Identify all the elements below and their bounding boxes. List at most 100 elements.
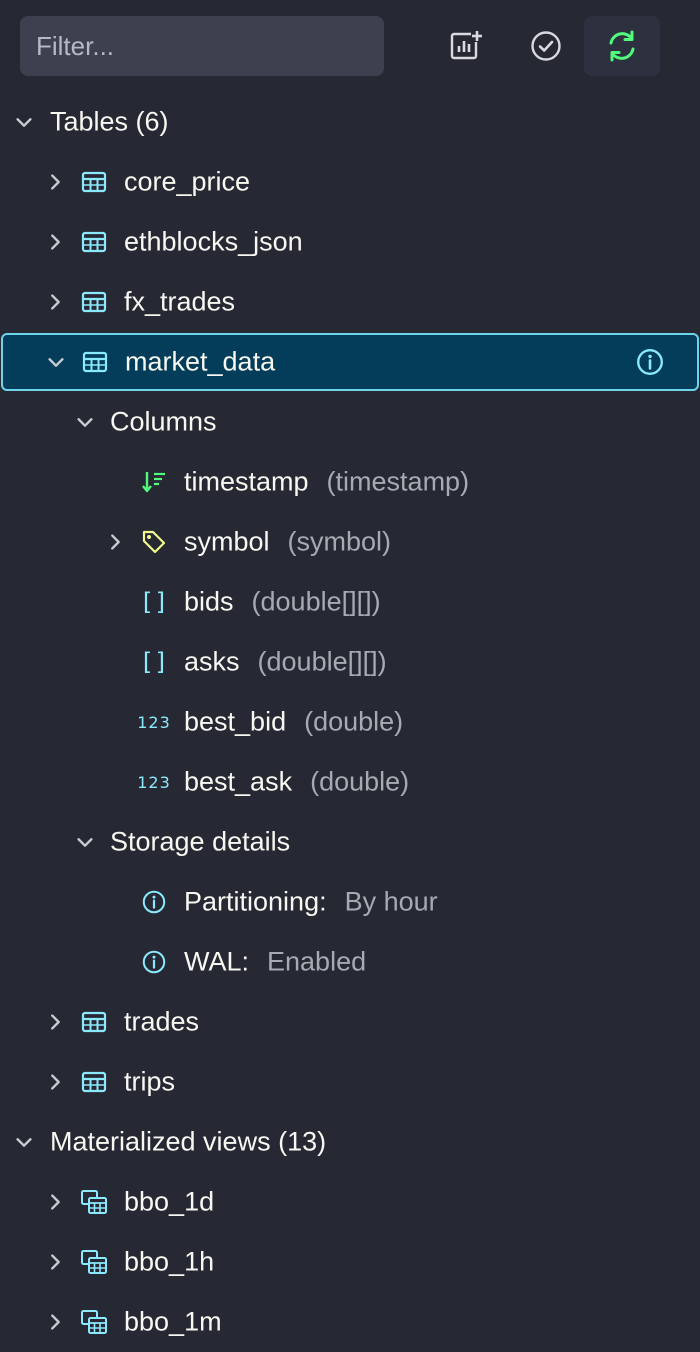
views-section-header[interactable]: Materialized views (13) [0, 1112, 700, 1172]
storage-value: By hour [344, 886, 438, 917]
column-name: symbol [184, 526, 270, 557]
chevron-right-icon [44, 291, 66, 313]
columns-label: Columns [110, 406, 217, 437]
column-text: best_ask (double) [184, 767, 409, 798]
info-icon[interactable] [635, 347, 665, 377]
tables-section-header[interactable]: Tables (6) [0, 92, 700, 152]
info-icon [139, 887, 169, 917]
view-name: bbo_1h [124, 1246, 215, 1277]
column-text: timestamp (timestamp) [184, 467, 469, 498]
column-name: asks [184, 646, 240, 677]
array-icon: [] [139, 647, 169, 677]
add-panel-button[interactable] [428, 16, 504, 76]
column-type: (double) [310, 766, 410, 797]
array-glyph: [] [139, 648, 169, 676]
materialized-view-icon [79, 1307, 109, 1337]
storage-text: Partitioning: By hour [184, 887, 438, 918]
column-name: best_ask [184, 766, 293, 797]
storage-item-partitioning: Partitioning: By hour [0, 872, 700, 932]
table-name: core_price [124, 166, 251, 197]
view-name: bbo_1m [124, 1306, 222, 1337]
table-icon [79, 167, 109, 197]
storage-label: Storage details [110, 826, 291, 857]
table-name: trips [124, 1066, 176, 1097]
materialized-view-icon [79, 1247, 109, 1277]
table-name: trades [124, 1006, 200, 1037]
chevron-right-icon [44, 171, 66, 193]
column-item-bids[interactable]: [] bids (double[][]) [0, 572, 700, 632]
column-text: symbol (symbol) [184, 527, 391, 558]
column-item-symbol[interactable]: symbol (symbol) [0, 512, 700, 572]
column-item-timestamp[interactable]: timestamp (timestamp) [0, 452, 700, 512]
table-icon [80, 347, 110, 377]
check-circle-icon [531, 31, 561, 61]
tree-item-trades[interactable]: trades [0, 992, 700, 1052]
tree-item-fx-trades[interactable]: fx_trades [0, 272, 700, 332]
chevron-right-icon [44, 1311, 66, 1333]
chevron-down-icon [74, 831, 96, 853]
array-glyph: [] [139, 588, 169, 616]
tree-item-core-price[interactable]: core_price [0, 152, 700, 212]
table-name: market_data [125, 346, 276, 377]
chevron-right-icon [104, 531, 126, 553]
chevron-down-icon [45, 351, 67, 373]
refresh-button[interactable] [584, 16, 660, 76]
column-type: (double) [304, 706, 404, 737]
table-icon [79, 227, 109, 257]
tag-icon [139, 527, 169, 557]
column-type: (double[][]) [251, 586, 381, 617]
chevron-right-icon [44, 1011, 66, 1033]
designated-timestamp-icon [139, 467, 169, 497]
numeric-icon: 123 [137, 707, 171, 737]
tree-item-market-data[interactable]: market_data [1, 333, 699, 391]
chevron-down-icon [13, 111, 35, 133]
view-name: bbo_1d [124, 1186, 215, 1217]
table-icon [79, 1067, 109, 1097]
column-name: bids [184, 586, 234, 617]
table-icon [79, 1007, 109, 1037]
chevron-right-icon [44, 1251, 66, 1273]
tree-item-bbo-1h[interactable]: bbo_1h [0, 1232, 700, 1292]
storage-key: WAL: [184, 946, 250, 977]
chevron-right-icon [44, 1191, 66, 1213]
chevron-down-icon [13, 1131, 35, 1153]
storage-group-header[interactable]: Storage details [0, 812, 700, 872]
numeric-glyph: 123 [137, 772, 171, 792]
toolbar [0, 0, 700, 92]
tree-item-bbo-1d[interactable]: bbo_1d [0, 1172, 700, 1232]
chevron-right-icon [44, 1071, 66, 1093]
views-section-label: Materialized views (13) [50, 1126, 327, 1157]
numeric-glyph: 123 [137, 712, 171, 732]
column-text: bids (double[][]) [184, 587, 381, 618]
column-item-best-ask[interactable]: 123 best_ask (double) [0, 752, 700, 812]
tree-item-ethblocks-json[interactable]: ethblocks_json [0, 212, 700, 272]
filter-input[interactable] [20, 16, 384, 76]
storage-key: Partitioning: [184, 886, 327, 917]
storage-value: Enabled [267, 946, 367, 977]
tree-item-bbo-1m[interactable]: bbo_1m [0, 1292, 700, 1352]
column-type: (timestamp) [326, 466, 470, 497]
column-name: timestamp [184, 466, 309, 497]
storage-text: WAL: Enabled [184, 947, 366, 978]
column-name: best_bid [184, 706, 287, 737]
columns-group-header[interactable]: Columns [0, 392, 700, 452]
chevron-right-icon [44, 231, 66, 253]
table-name: fx_trades [124, 286, 236, 317]
tables-section-label: Tables (6) [50, 106, 169, 137]
column-type: (symbol) [287, 526, 392, 557]
tree-item-trips[interactable]: trips [0, 1052, 700, 1112]
array-icon: [] [139, 587, 169, 617]
column-item-asks[interactable]: [] asks (double[][]) [0, 632, 700, 692]
chevron-down-icon [74, 411, 96, 433]
info-icon [139, 947, 169, 977]
select-button[interactable] [508, 16, 584, 76]
refresh-icon [609, 30, 635, 62]
column-text: asks (double[][]) [184, 647, 387, 678]
column-text: best_bid (double) [184, 707, 403, 738]
chart-add-icon [450, 30, 483, 60]
materialized-view-icon [79, 1187, 109, 1217]
column-item-best-bid[interactable]: 123 best_bid (double) [0, 692, 700, 752]
table-name: ethblocks_json [124, 226, 303, 257]
storage-item-wal: WAL: Enabled [0, 932, 700, 992]
column-type: (double[][]) [257, 646, 387, 677]
